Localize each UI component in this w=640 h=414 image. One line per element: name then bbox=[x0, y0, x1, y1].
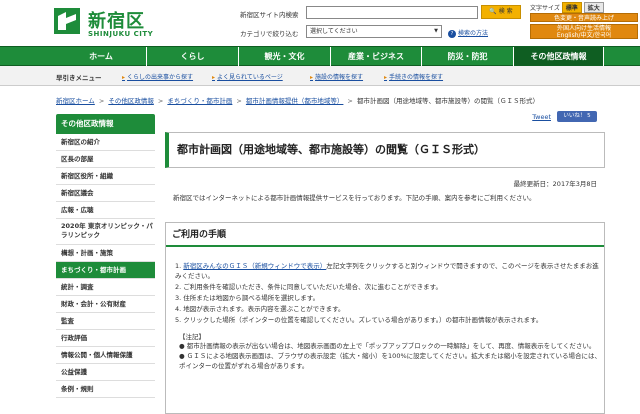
breadcrumb: 新宿区ホーム > その他区政情報 > まちづくり・都市計画 > 都市計画情報提供（都市… bbox=[56, 95, 640, 105]
category-select[interactable]: 選択してください ▼ bbox=[306, 25, 442, 38]
search-label: 新宿区サイト内検索 bbox=[240, 11, 299, 19]
sidebar-item-gyosei[interactable]: 行政評価 bbox=[56, 330, 155, 347]
sidebar-item-machizukuri[interactable]: まちづくり・都市計画 bbox=[56, 262, 155, 279]
sidebar-item-shokai[interactable]: 新宿区の紹介 bbox=[56, 134, 155, 151]
sidebar-item-jorei[interactable]: 条例・規則 bbox=[56, 381, 155, 398]
breadcrumb-toshikeikaku[interactable]: 都市計画情報提供（都市地域等） bbox=[246, 97, 344, 105]
sidebar-item-kuyakusho[interactable]: 新宿区役所・組織 bbox=[56, 168, 155, 185]
like-button[interactable]: いいね！ 5 bbox=[557, 111, 597, 122]
nav-sangyo-business[interactable]: 産業・ビジネス bbox=[331, 47, 422, 66]
breadcrumb-separator: > bbox=[347, 97, 353, 105]
breadcrumb-separator: > bbox=[157, 97, 164, 105]
quick-menu-procedures[interactable]: 手続きの情報を探す bbox=[384, 72, 443, 81]
breadcrumb-current: 都市計画図（用途地域等、都市施設等）の閲覧（ＧＩＳ形式） bbox=[356, 97, 539, 105]
text-size-label: 文字サイズ bbox=[530, 5, 560, 12]
shinjuku-logo-icon bbox=[54, 8, 80, 34]
nav-kurashi[interactable]: くらし bbox=[147, 47, 239, 66]
note-item: ● ＧＩＳによる地図表示画面は、ブラウザの表示設定（拡大・縮小）を100%に設定… bbox=[179, 352, 602, 370]
usage-steps-section: ご利用の手順 1. 新宿区みんなのＧＩＳ（新規ウィンドウで表示）左記文字列をクリ… bbox=[165, 222, 605, 414]
gis-link[interactable]: 新宿区みんなのＧＩＳ（新規ウィンドウで表示） bbox=[183, 262, 326, 270]
share-bar: Tweet いいね！ 5 bbox=[165, 110, 605, 122]
steps-list: 1. 新宿区みんなのＧＩＳ（新規ウィンドウで表示）左記文字列をクリックすると別ウ… bbox=[166, 261, 604, 325]
text-size-standard-button[interactable]: 標準 bbox=[561, 2, 582, 13]
breadcrumb-separator: > bbox=[98, 97, 105, 105]
search-help-link[interactable]: ? 検索の方法 bbox=[448, 28, 488, 38]
page-title: 都市計画図（用途地域等、都市施設等）の閲覧（ＧＩＳ形式） bbox=[165, 132, 605, 168]
foreign-info-title: 外国人向け生活情報 bbox=[556, 25, 611, 32]
notes-list: ● 都市計画情報の表示が出ない場合は、地図表示画面の左上で「ポップアップブロック… bbox=[166, 341, 604, 371]
search-button[interactable]: 🔍 検 索 bbox=[481, 5, 521, 19]
step-item: 3. 住所または地図から調べる場所を選択します。 bbox=[175, 294, 320, 302]
breadcrumb-machizukuri[interactable]: まちづくり・都市計画 bbox=[167, 97, 232, 105]
foreign-info-button[interactable]: 外国人向け生活情報 English/中文/한국어 bbox=[530, 24, 638, 39]
nav-bosai-bohan[interactable]: 防災・防犯 bbox=[422, 47, 514, 66]
step-item: 1. 新宿区みんなのＧＩＳ（新規ウィンドウで表示）左記文字列をクリックすると別ウ… bbox=[175, 261, 604, 281]
accessibility-tools: 文字サイズ 標準 拡大 色変更・音声読み上げ 外国人向け生活情報 English… bbox=[530, 2, 638, 39]
category-select-value: 選択してください bbox=[310, 28, 358, 35]
sidebar-item-johokokai[interactable]: 情報公開・個人情報保護 bbox=[56, 347, 155, 364]
breadcrumb-separator: > bbox=[236, 97, 242, 105]
search-icon: 🔍 bbox=[489, 8, 497, 15]
sidebar-heading: その他区政情報 bbox=[56, 114, 155, 134]
text-size-large-button[interactable]: 拡大 bbox=[583, 2, 604, 13]
main-nav: ホーム くらし 観光・文化 産業・ビジネス 防災・防犯 その他区政情報 bbox=[0, 46, 640, 66]
breadcrumb-sonota[interactable]: その他区政情報 bbox=[108, 97, 154, 105]
nav-home[interactable]: ホーム bbox=[56, 47, 147, 66]
breadcrumb-home[interactable]: 新宿区ホーム bbox=[56, 97, 95, 105]
intro-text: 新宿区ではインターネットによる都市計画情報提供サービスを行っております。下記の手… bbox=[173, 194, 536, 202]
notes-heading: 【注記】 bbox=[179, 333, 205, 341]
sidebar-item-olympic[interactable]: 2020年 東京オリンピック・パラリンピック bbox=[56, 219, 155, 245]
question-icon: ? bbox=[448, 30, 456, 38]
nav-sonota-kusei[interactable]: その他区政情報 bbox=[514, 47, 604, 66]
nav-kanko-bunka[interactable]: 観光・文化 bbox=[239, 47, 331, 66]
last-updated: 最終更新日：2017年3月8日 bbox=[513, 180, 597, 188]
sidebar-item-gikai[interactable]: 新宿区議会 bbox=[56, 185, 155, 202]
quick-menu-popular[interactable]: よく見られているページ bbox=[212, 72, 283, 81]
step-item: 2. ご利用条件を確認いただき、条件に同意していただいた場合、次に進むことができ… bbox=[175, 283, 442, 291]
quick-menu: 早引きメニュー くらしの出来事から探す よく見られているページ 施設の情報を探す… bbox=[0, 66, 640, 86]
section-title: ご利用の手順 bbox=[166, 223, 604, 247]
sidebar-item-koso[interactable]: 構想・計画・施策 bbox=[56, 245, 155, 262]
site-logo[interactable]: 新宿区 SHINJUKU CITY bbox=[52, 4, 162, 42]
sidebar-item-zaisei[interactable]: 財政・会計・公有財産 bbox=[56, 296, 155, 313]
foreign-info-langs: English/中文/한국어 bbox=[556, 32, 612, 39]
sidebar: その他区政情報 新宿区の紹介 区長の部屋 新宿区役所・組織 新宿区議会 広報・広… bbox=[56, 114, 155, 398]
logo-subtitle: SHINJUKU CITY bbox=[88, 30, 154, 38]
quick-menu-label: 早引きメニュー bbox=[56, 74, 102, 82]
sidebar-item-koho[interactable]: 広報・広聴 bbox=[56, 202, 155, 219]
search-help-label: 検索の方法 bbox=[458, 30, 489, 37]
sidebar-item-kucho[interactable]: 区長の部屋 bbox=[56, 151, 155, 168]
tweet-button[interactable]: Tweet bbox=[532, 113, 551, 121]
sidebar-item-kansa[interactable]: 監査 bbox=[56, 313, 155, 330]
note-item: ● 都市計画情報の表示が出ない場合は、地図表示画面の左上で「ポップアップブロック… bbox=[179, 342, 596, 350]
quick-menu-facilities[interactable]: 施設の情報を探す bbox=[310, 72, 363, 81]
search-button-label: 検 索 bbox=[498, 8, 513, 15]
search-input[interactable] bbox=[306, 6, 478, 19]
site-header: 新宿区 SHINJUKU CITY 新宿区サイト内検索 🔍 検 索 カテゴリで絞… bbox=[0, 0, 640, 46]
sidebar-item-koeki[interactable]: 公益保護 bbox=[56, 364, 155, 381]
step-item: 4. 地図が表示されます。表示内容を選ぶことができます。 bbox=[175, 305, 345, 313]
chevron-down-icon: ▼ bbox=[434, 28, 438, 34]
category-label: カテゴリで絞り込む bbox=[240, 30, 299, 38]
quick-menu-life-events[interactable]: くらしの出来事から探す bbox=[122, 72, 193, 81]
sidebar-item-tokei[interactable]: 統計・調査 bbox=[56, 279, 155, 296]
step-item: 5. クリックした場所（ポインターの位置を確認してください。ズレている場合があり… bbox=[175, 316, 543, 324]
color-voice-button[interactable]: 色変更・音声読み上げ bbox=[530, 13, 638, 22]
